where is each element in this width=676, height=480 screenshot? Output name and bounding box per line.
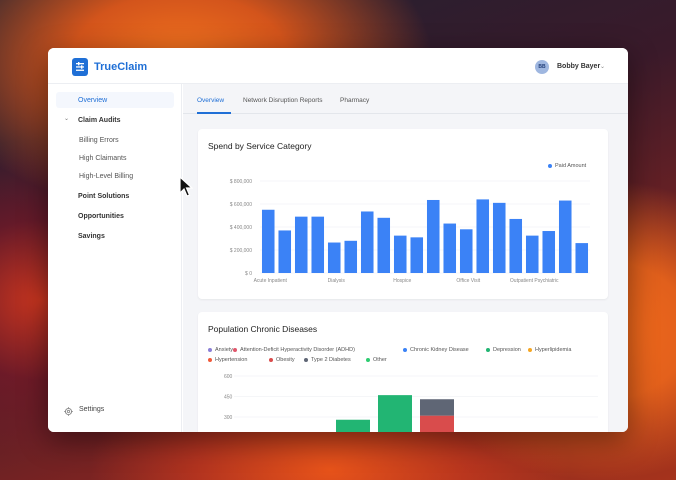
tab-pharmacy[interactable]: Pharmacy <box>340 97 369 104</box>
trueclaim-logo-icon[interactable] <box>72 58 88 76</box>
bar[interactable] <box>344 240 358 273</box>
x-tick-label: Acute Inpatient <box>254 278 288 284</box>
bar[interactable] <box>542 231 556 273</box>
bar[interactable] <box>459 229 473 273</box>
bar[interactable] <box>294 216 308 273</box>
x-tick-label: Dialysis <box>328 278 346 284</box>
bar[interactable] <box>443 223 457 273</box>
spend-by-service-card: Spend by Service Category Paid Amount $ … <box>198 129 608 299</box>
bar[interactable] <box>393 235 407 273</box>
bar[interactable] <box>575 243 589 273</box>
y-tick-label: $ 600,000 <box>230 202 252 208</box>
y-tick-label: $ 400,000 <box>230 225 252 231</box>
bar[interactable] <box>377 217 391 273</box>
y-tick-label: $ 800,000 <box>230 179 252 185</box>
sidebar-item-high-claimants[interactable]: High Claimants <box>79 155 126 162</box>
x-tick-label: Outpatient Psychiatric <box>510 278 559 284</box>
disease-bar-chart: 600 450 300 <box>224 374 598 432</box>
top-bar: TrueClaim BB Bobby Bayer ⌄ <box>48 48 628 84</box>
tab-network-disruption-reports[interactable]: Network Disruption Reports <box>243 97 322 104</box>
spend-bar-chart: $ 800,000 $ 600,000 $ 400,000 $ 200,000 $ 0A… <box>230 179 590 284</box>
population-chronic-diseases-card: Population Chronic Diseases Anxiety Atten… <box>198 312 608 432</box>
sidebar-item-point-solutions[interactable]: Point Solutions <box>78 193 129 200</box>
tab-overview[interactable]: Overview <box>197 97 224 104</box>
main-content: Overview Network Disruption Reports Phar… <box>183 84 628 432</box>
gear-icon[interactable] <box>64 407 73 416</box>
chevron-down-icon[interactable]: ⌄ <box>600 63 605 70</box>
bar[interactable] <box>426 199 440 273</box>
sidebar-item-overview[interactable]: Overview <box>78 97 107 104</box>
bar[interactable] <box>492 202 506 273</box>
user-name[interactable]: Bobby Bayer <box>557 63 600 70</box>
stacked-bar-segment[interactable] <box>336 419 370 432</box>
y-tick-label: 600 <box>224 374 233 380</box>
sidebar: Overview ⌄ Claim Audits Billing Errors H… <box>48 84 182 432</box>
sidebar-item-high-level-billing[interactable]: High-Level Billing <box>79 173 133 180</box>
bar[interactable] <box>525 235 539 273</box>
sidebar-item-claim-audits[interactable]: Claim Audits <box>78 117 121 124</box>
y-tick-label: 450 <box>224 395 233 401</box>
sidebar-item-opportunities[interactable]: Opportunities <box>78 213 124 220</box>
stacked-bar-segment[interactable] <box>420 415 454 432</box>
y-tick-label: 300 <box>224 415 233 421</box>
sidebar-item-savings[interactable]: Savings <box>78 233 105 240</box>
mouse-cursor-icon <box>179 176 193 197</box>
y-tick-label: $ 200,000 <box>230 248 252 254</box>
bar[interactable] <box>410 237 424 273</box>
active-tab-indicator <box>197 112 231 114</box>
stacked-bar-segment[interactable] <box>378 395 412 432</box>
sidebar-item-settings[interactable]: Settings <box>79 406 104 413</box>
x-tick-label: Office Visit <box>456 278 480 284</box>
sidebar-active-highlight <box>56 92 174 108</box>
bar[interactable] <box>327 242 341 273</box>
chevron-down-icon[interactable]: ⌄ <box>64 115 69 122</box>
bar[interactable] <box>261 209 275 273</box>
tab-bar: Overview Network Disruption Reports Phar… <box>183 84 628 114</box>
stacked-bar-segment[interactable] <box>420 399 454 416</box>
bar[interactable] <box>278 230 292 273</box>
bar[interactable] <box>509 218 523 273</box>
y-tick-label: $ 0 <box>245 271 252 277</box>
bar[interactable] <box>558 200 572 273</box>
bar[interactable] <box>360 211 374 273</box>
sidebar-item-billing-errors[interactable]: Billing Errors <box>79 137 119 144</box>
app-window: TrueClaim BB Bobby Bayer ⌄ Overview ⌄ Cl… <box>48 48 628 432</box>
avatar[interactable]: BB <box>535 60 549 74</box>
brand-name: TrueClaim <box>94 61 148 73</box>
bar[interactable] <box>476 199 490 273</box>
bar[interactable] <box>311 216 325 273</box>
x-tick-label: Hospice <box>393 278 411 284</box>
